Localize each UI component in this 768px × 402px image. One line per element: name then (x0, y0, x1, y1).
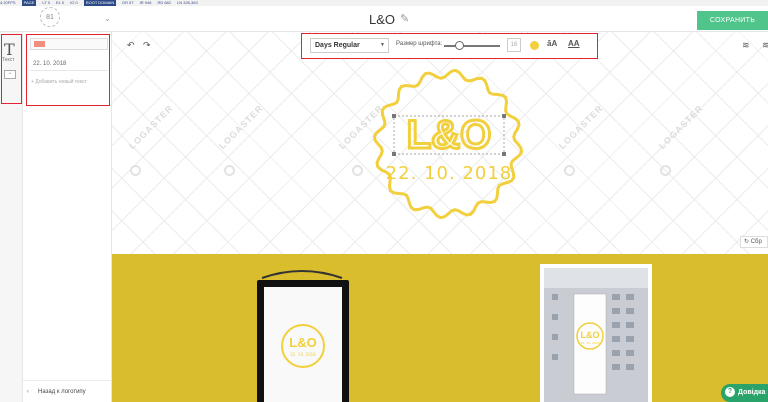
watermark-icon (352, 165, 363, 176)
letter-spacing-button[interactable]: AA (568, 39, 580, 48)
mockup-preview-area: L&O 22. 10. 2018 L&O 22. 10. 2018 (112, 254, 768, 402)
highlight-frame (1, 34, 22, 104)
watermark: LOGASTER (556, 102, 606, 152)
layers-down-icon[interactable]: ≋ (762, 40, 768, 51)
back-to-logo-button[interactable]: ‹ Назад к логотипу (23, 380, 112, 402)
watermark-icon (660, 165, 671, 176)
logo-preview[interactable]: L&O 22. 10. 2018 (368, 64, 528, 224)
watermark: LOGASTER (126, 102, 176, 152)
watermark: LOGASTER (216, 102, 266, 152)
font-size-slider[interactable] (444, 45, 500, 47)
save-button[interactable]: СОХРАНИТЬ (697, 11, 768, 30)
resize-handle (502, 152, 506, 156)
help-label: Довідка (738, 389, 766, 396)
highlight-frame (26, 34, 110, 106)
building-banner-mockup: L&O 22. 10. 2018 (540, 264, 652, 402)
resize-handle (392, 152, 396, 156)
resize-handle (392, 114, 396, 118)
editor-screen: 4.20FPS PAGE LT 0 EL 0 IO 0 ROOT DOMAIN DR 57 I… (0, 0, 768, 402)
help-button[interactable]: ? Довідка (721, 384, 768, 402)
chevron-down-icon: ▼ (380, 42, 385, 48)
back-label: Назад к логотипу (38, 389, 86, 395)
slider-handle[interactable] (455, 41, 464, 50)
watermark-icon (130, 165, 141, 176)
banner-date: 22. 10. 2018 (580, 341, 599, 345)
resize-handle (502, 114, 506, 118)
pencil-icon[interactable]: ✎ (400, 12, 409, 25)
poster-mockup: L&O 22. 10. 2018 (257, 270, 349, 402)
undo-icon[interactable]: ↶ (127, 40, 135, 51)
font-color-swatch[interactable] (530, 41, 539, 50)
font-select[interactable]: Days Regular ▼ (310, 38, 389, 53)
watermark: LOGASTER (656, 102, 706, 152)
banner-title: L&O (581, 330, 600, 340)
text-case-button[interactable]: āA (547, 39, 557, 48)
refresh-icon: ↻ (744, 239, 751, 245)
font-name: Days Regular (315, 42, 360, 49)
page-title: L&O (369, 12, 396, 27)
layers-icon[interactable]: ≋ (742, 40, 750, 51)
watermark-icon (224, 165, 235, 176)
chevron-down-icon[interactable]: ⌄ (104, 14, 111, 23)
question-icon: ? (725, 387, 735, 398)
font-size-label: Размер шрифта: (396, 41, 443, 47)
mockup-scene: L&O 22. 10. 2018 L&O 22. 10. 2018 (257, 264, 652, 402)
poster-title: L&O (289, 335, 316, 350)
poster-date: 22. 10. 2018 (290, 352, 316, 357)
redo-icon[interactable]: ↷ (143, 40, 151, 51)
reset-button[interactable]: ↻ Сбр (740, 236, 768, 248)
watermark-icon (564, 165, 575, 176)
reset-label: Сбр (750, 239, 762, 245)
logo-thumbnail[interactable]: 81 (40, 7, 60, 27)
logo-title: L&O (407, 113, 491, 157)
header: 81 ⌄ L&O ✎ СОХРАНИТЬ (0, 6, 768, 32)
font-size-input[interactable]: 16 (507, 38, 521, 52)
chevron-left-icon: ‹ (27, 389, 29, 395)
logo-date: 22. 10. 2018 (386, 163, 513, 184)
